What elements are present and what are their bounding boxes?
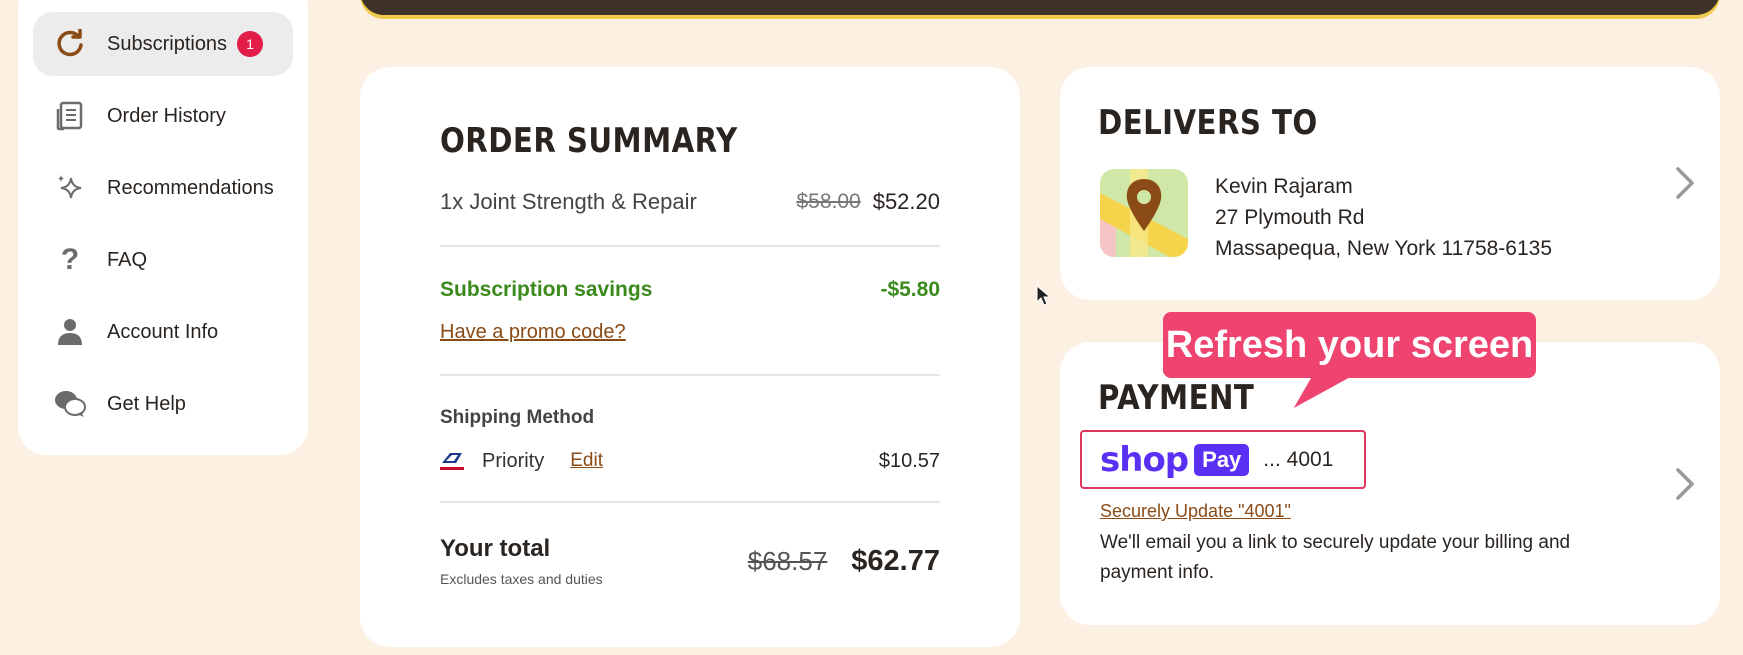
question-icon: ? <box>60 243 80 276</box>
chevron-right-icon[interactable] <box>1670 163 1700 203</box>
sidebar-item-label: FAQ <box>107 248 148 271</box>
person-icon <box>53 315 87 349</box>
recipient-name: Kevin Rajaram <box>1215 175 1353 198</box>
payment-note: We'll email you a link to securely updat… <box>1100 532 1571 583</box>
sidebar-item-account-info[interactable]: Account Info <box>33 300 293 364</box>
sidebar-item-subscriptions[interactable]: Subscriptions 1 <box>33 12 293 76</box>
mouse-cursor-icon <box>1036 284 1052 312</box>
sidebar-item-get-help[interactable]: Get Help <box>33 372 293 436</box>
original-price: $58.00 <box>796 190 861 213</box>
securely-update-link[interactable]: Securely Update "4001" <box>1100 501 1291 522</box>
promo-code-link[interactable]: Have a promo code? <box>440 321 626 344</box>
total-prices: $68.57 $62.77 <box>748 545 940 578</box>
usps-eagle-icon <box>440 449 464 473</box>
shipping-heading: Shipping Method <box>440 407 595 428</box>
refresh-icon <box>53 27 87 61</box>
promo-row: Have a promo code? <box>440 317 940 347</box>
shipping-method: Priority <box>482 449 545 472</box>
delivery-address: Kevin Rajaram 27 Plymouth Rd Massapequa,… <box>1215 171 1552 264</box>
card-suffix: ... 4001 <box>1263 447 1334 471</box>
sparkles-icon <box>53 171 87 205</box>
savings-label: Subscription savings <box>440 278 653 301</box>
sidebar-item-recommendations[interactable]: Recommendations <box>33 156 293 220</box>
total-label-group: Your total Excludes taxes and duties <box>440 535 603 587</box>
divider <box>440 245 940 247</box>
sidebar-item-label: Account Info <box>107 320 219 343</box>
total-original-price: $68.57 <box>747 546 828 576</box>
account-sidebar: Subscriptions 1 Order History Recommenda… <box>18 0 308 455</box>
line-item-label: 1x Joint Strength & Repair <box>440 189 697 214</box>
divider <box>440 501 940 503</box>
sidebar-item-faq[interactable]: ? FAQ <box>33 228 293 292</box>
refresh-tooltip: Refresh your screen <box>1163 312 1536 378</box>
line-item: 1x Joint Strength & Repair $58.00 $52.20 <box>440 187 940 217</box>
chevron-right-icon[interactable] <box>1670 464 1700 504</box>
receipt-icon <box>53 99 87 133</box>
hero-banner <box>360 0 1720 15</box>
total-note: Excludes taxes and duties <box>440 571 603 587</box>
delivers-to-card[interactable]: DELIVERS TO Kevin Rajaram 27 Plymouth Rd… <box>1060 67 1720 300</box>
total-label: Your total <box>440 535 551 562</box>
city-state-zip: Massapequa, New York 11758-6135 <box>1215 237 1553 260</box>
shop-pay-logo-word: shop <box>1100 439 1189 480</box>
savings-value: -$5.80 <box>880 278 940 301</box>
sidebar-item-label: Recommendations <box>107 176 274 199</box>
sidebar-item-order-history[interactable]: Order History <box>33 84 293 148</box>
total-price: $62.77 <box>851 545 940 577</box>
delivers-to-title: DELIVERS TO <box>1098 103 1318 143</box>
sidebar-item-label: Subscriptions <box>107 32 228 55</box>
order-summary-title: ORDER SUMMARY <box>440 121 738 161</box>
shipping-price: $10.57 <box>878 449 940 472</box>
order-summary-card: ORDER SUMMARY 1x Joint Strength & Repair… <box>360 67 1020 647</box>
sidebar-item-label: Order History <box>107 104 226 127</box>
item-price: $52.20 <box>872 189 940 214</box>
shop-pay-method[interactable]: shop Pay ... 4001 <box>1080 430 1366 489</box>
divider <box>440 374 940 376</box>
chat-icon <box>53 387 87 421</box>
map-icon <box>1100 169 1188 257</box>
street-address: 27 Plymouth Rd <box>1215 206 1365 229</box>
payment-title: PAYMENT <box>1098 378 1255 418</box>
shipping-row: Priority Edit $10.57 <box>440 445 940 477</box>
sidebar-item-label: Get Help <box>107 392 186 415</box>
savings-row: Subscription savings -$5.80 <box>440 275 940 305</box>
edit-shipping-link[interactable]: Edit <box>570 450 879 472</box>
shop-pay-logo-badge: Pay <box>1194 443 1250 476</box>
notification-badge: 1 <box>237 31 264 57</box>
